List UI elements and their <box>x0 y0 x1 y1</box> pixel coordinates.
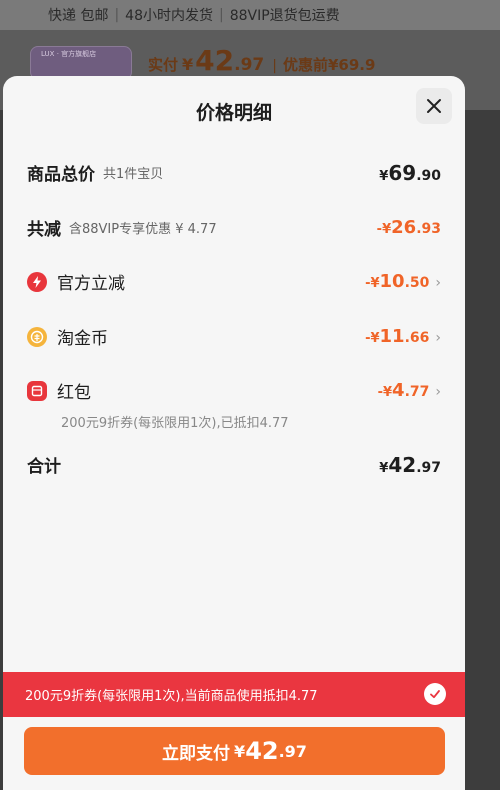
currency: -¥ <box>365 276 380 291</box>
pay-now-button[interactable]: 立即支付 ¥ 42 .97 <box>24 727 445 775</box>
reduction-amount: -¥ 26 .93 <box>377 217 441 238</box>
amount-int: 11 <box>379 326 405 347</box>
sum-label: 合计 <box>27 457 61 477</box>
amount-dec: .50 <box>404 275 430 291</box>
taojinbi-label: 淘金币 <box>57 329 108 349</box>
amount-dec: .90 <box>416 167 441 184</box>
pay-dec: .97 <box>278 741 307 761</box>
coupon-bar-text: 200元9折券(每张限用1次),当前商品使用抵扣4.77 <box>25 689 318 704</box>
divider: | <box>219 7 224 23</box>
coupon-bar[interactable]: 200元9折券(每张限用1次),当前商品使用抵扣4.77 <box>3 672 465 717</box>
amount-int: 26 <box>391 217 417 238</box>
product-thumbnail: LUX · 官方旗舰店 <box>30 46 132 80</box>
pay-now-label: 立即支付 <box>162 743 231 764</box>
pay-int: 42 <box>245 737 279 765</box>
row-official-discount[interactable]: 官方立减 -¥ 10 .50 › <box>27 269 441 294</box>
official-discount-label: 官方立减 <box>57 274 125 294</box>
amount-dec: .93 <box>416 221 441 237</box>
chevron-right-icon: › <box>435 330 441 346</box>
divider: | <box>114 7 120 23</box>
shipping-info-bar: 快递 包邮 | 48小时内发货 | 88VIP退货包运费 <box>0 0 500 30</box>
amount-int: 69 <box>388 160 417 185</box>
close-button[interactable] <box>416 88 452 124</box>
amount-int: 42 <box>388 452 417 477</box>
paid-currency: ¥ <box>182 55 194 74</box>
red-packet-note: 200元9折券(每张限用1次),已抵扣4.77 <box>61 416 289 431</box>
vip-discount-note: 含88VIP专享优惠 ¥ 4.77 <box>69 222 217 237</box>
amount-int: 4 <box>392 380 405 401</box>
amount-dec: .66 <box>404 330 430 346</box>
currency: -¥ <box>376 222 392 237</box>
red-packet-amount: -¥ 4 .77 › <box>378 380 441 401</box>
thumbnail-label: LUX · 官方旗舰店 <box>41 50 97 58</box>
before-discount-price: 优惠前¥69.9 <box>282 56 376 74</box>
paid-label: 实付 <box>148 56 179 74</box>
row-red-packet[interactable]: 红包 -¥ 4 .77 › <box>27 378 441 403</box>
pay-currency: ¥ <box>234 741 246 761</box>
currency: -¥ <box>365 331 380 346</box>
amount-dec: .77 <box>404 384 430 400</box>
coin-icon <box>27 326 47 347</box>
row-taojinbi[interactable]: 淘金币 -¥ 11 .66 › <box>27 324 441 349</box>
sum-amount: ¥ 42 .97 <box>379 453 441 477</box>
red-packet-label: 红包 <box>57 383 91 403</box>
paid-dec: .97 <box>234 55 265 75</box>
official-discount-amount: -¥ 10 .50 › <box>365 271 441 292</box>
close-icon <box>427 99 441 113</box>
background-price: 实付 ¥ 42 .97 | 优惠前¥69.9 <box>148 44 375 77</box>
chevron-right-icon: › <box>435 384 441 400</box>
row-sum: 合计 ¥ 42 .97 <box>27 452 441 478</box>
check-icon[interactable] <box>424 683 446 705</box>
sheet-title: 价格明细 <box>195 102 272 124</box>
row-total-price: 商品总价 共1件宝贝 ¥ 69 .90 <box>27 160 441 186</box>
reduction-label: 共减 <box>27 220 61 240</box>
lightning-icon <box>27 271 47 292</box>
amount-int: 10 <box>379 271 405 292</box>
total-price-amount: ¥ 69 .90 <box>379 161 441 185</box>
chevron-right-icon: › <box>435 275 441 291</box>
shipping-time: 48小时内发货 <box>125 8 213 24</box>
amount-dec: .97 <box>416 459 441 476</box>
taojinbi-amount: -¥ 11 .66 › <box>365 326 441 347</box>
divider: | <box>272 58 277 74</box>
row-total-reduction: 共减 含88VIP专享优惠 ¥ 4.77 -¥ 26 .93 <box>27 215 441 240</box>
red-packet-icon <box>27 380 47 401</box>
shipping-free: 快递 包邮 <box>48 8 109 24</box>
currency: ¥ <box>379 460 389 476</box>
item-count: 共1件宝贝 <box>103 167 164 182</box>
currency: -¥ <box>377 385 393 400</box>
paid-int: 42 <box>195 44 235 77</box>
currency: ¥ <box>379 168 389 184</box>
shipping-return: 88VIP退货包运费 <box>229 8 340 24</box>
total-price-label: 商品总价 <box>27 165 95 185</box>
